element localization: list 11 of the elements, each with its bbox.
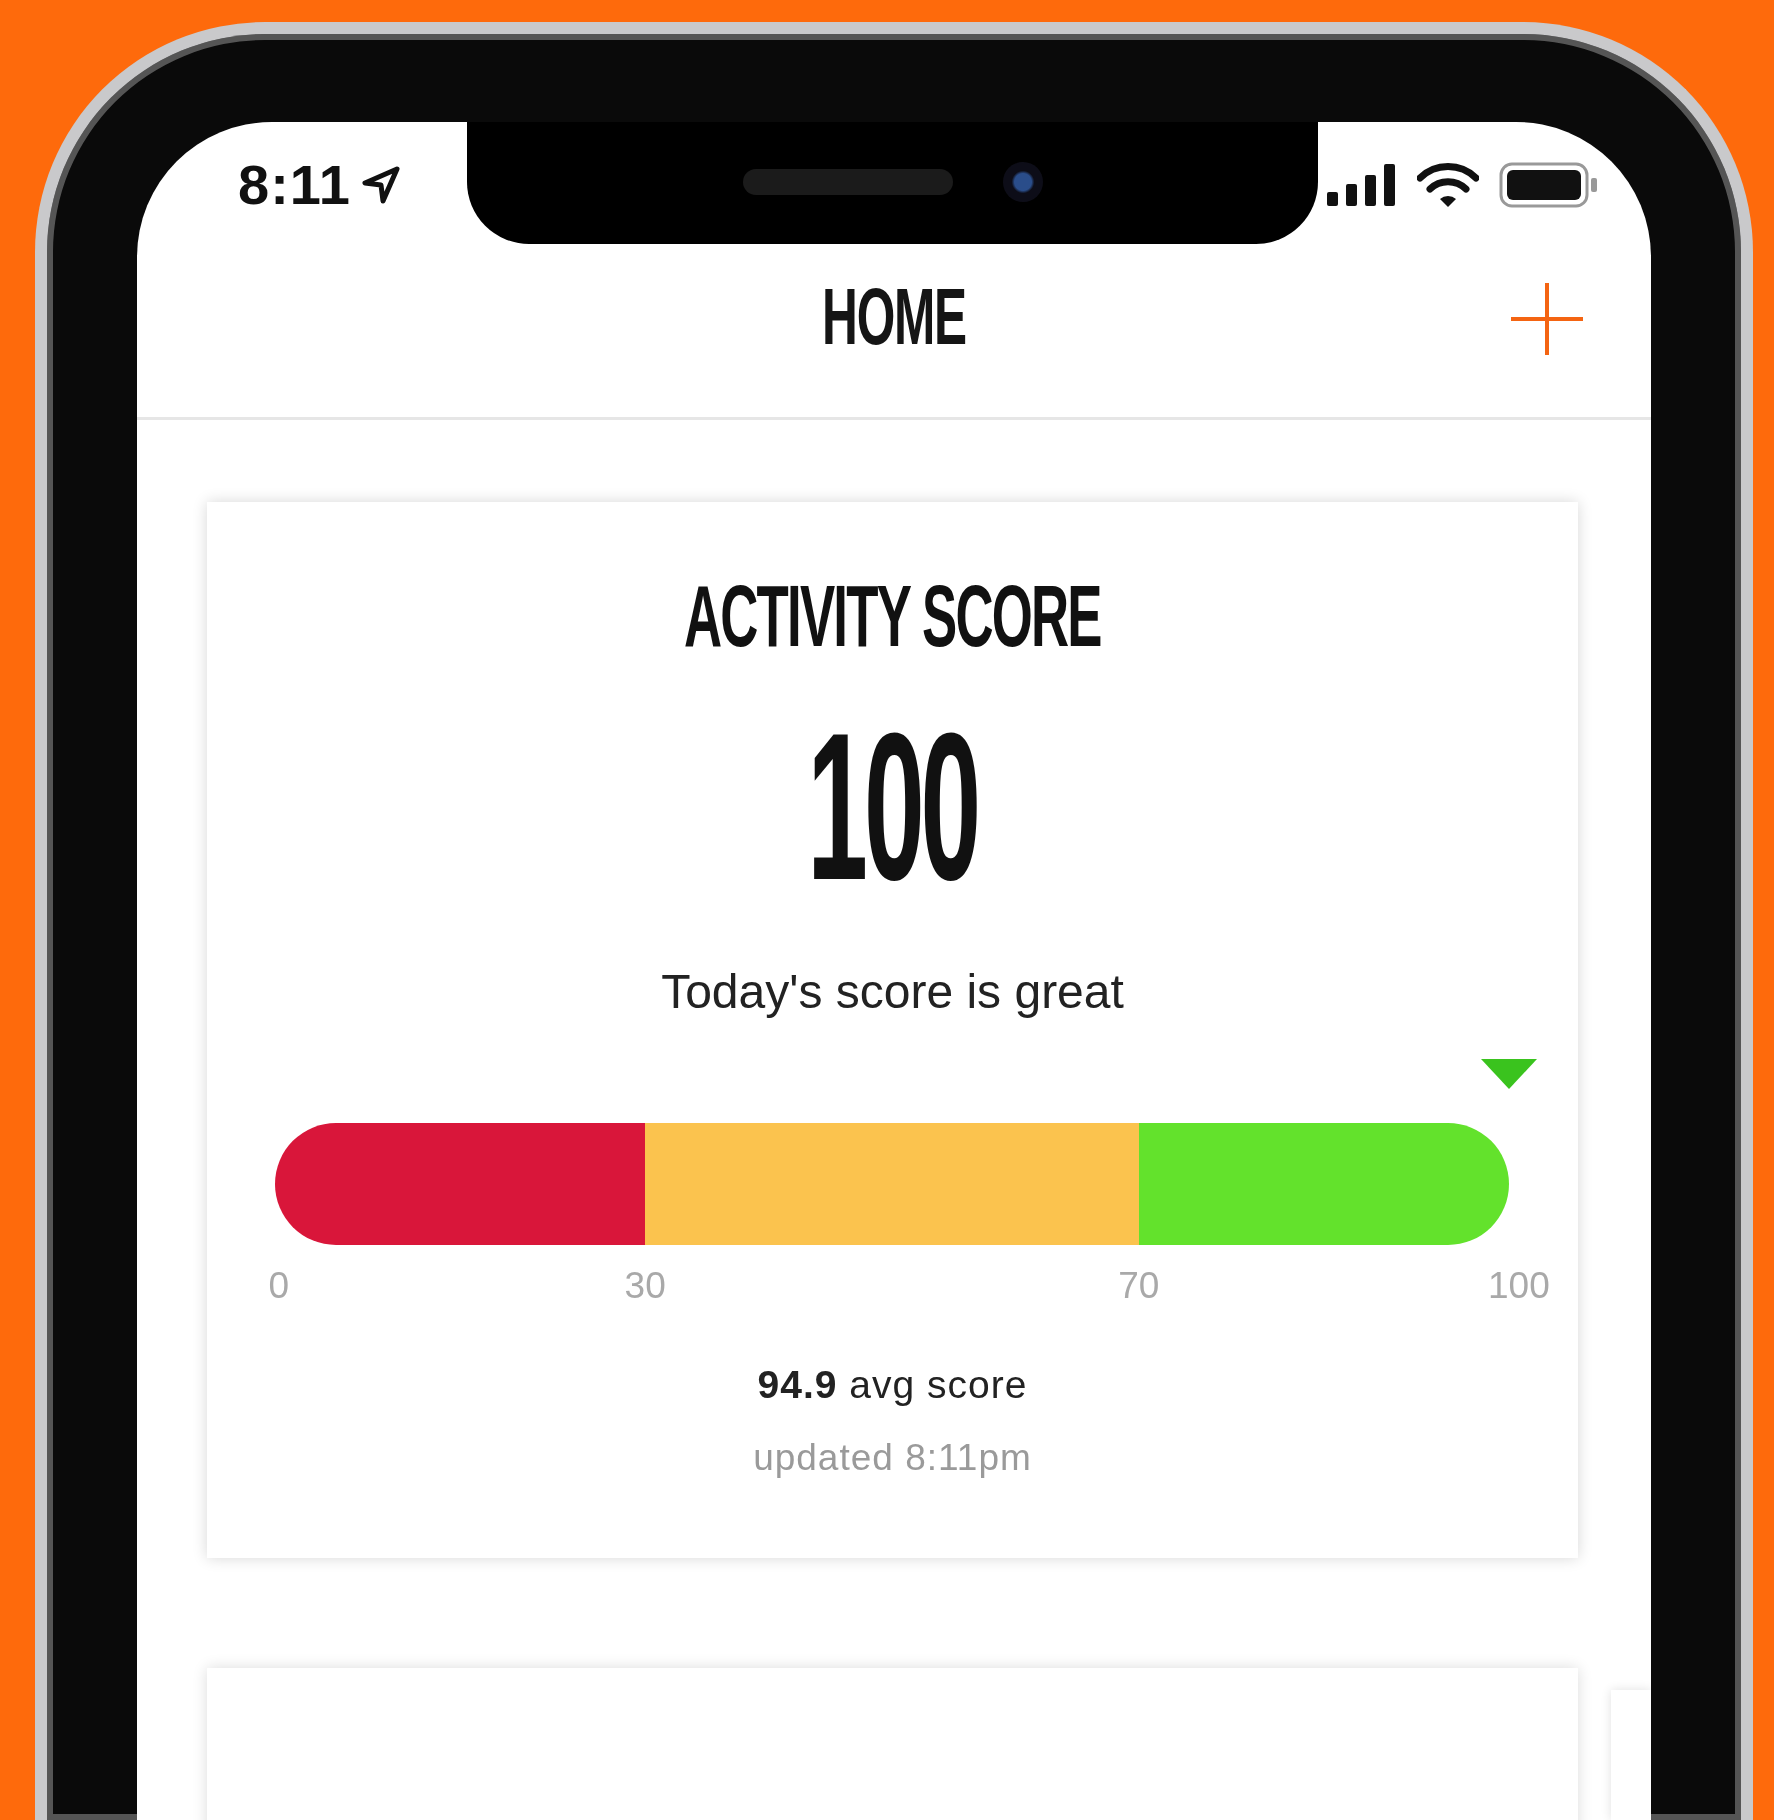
updated-time: updated 8:11pm xyxy=(753,1437,1032,1479)
gauge-tick-label: 70 xyxy=(1118,1265,1160,1307)
gauge-tick-label: 30 xyxy=(624,1265,666,1307)
screen-title: HOME xyxy=(822,271,966,363)
status-time: 8:11 xyxy=(238,152,351,217)
card-title: ACTIVITY SCORE xyxy=(684,572,1101,660)
score-message: Today's score is great xyxy=(661,964,1124,1019)
gauge-tick-label: 0 xyxy=(268,1265,289,1307)
average-score: 94.9 avg score xyxy=(757,1363,1028,1407)
score-value: 100 xyxy=(807,702,978,912)
gauge-tick-label: 100 xyxy=(1488,1265,1550,1307)
